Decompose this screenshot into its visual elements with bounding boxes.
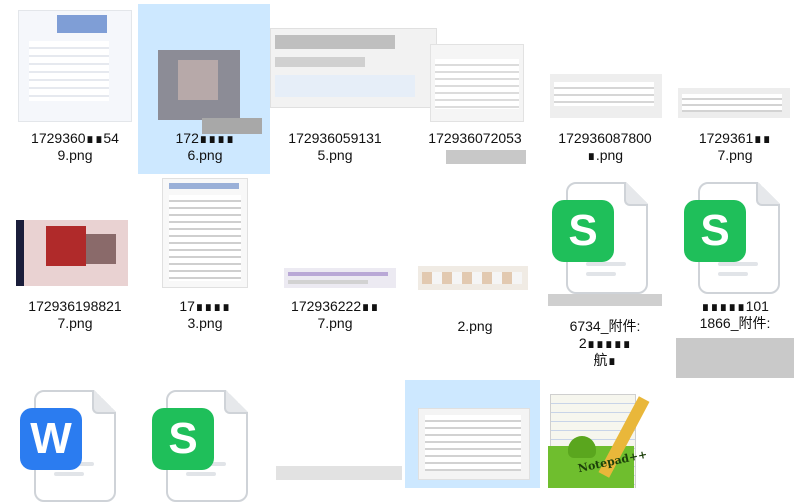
file-tile[interactable]: [410, 380, 540, 488]
document-file-icon: W: [20, 390, 116, 502]
spreadsheet-file-icon: S: [152, 390, 248, 502]
file-tile[interactable]: 172936059131 5.png: [270, 8, 437, 168]
image-thumbnail: [18, 10, 132, 122]
image-thumbnail: [162, 178, 248, 288]
file-tile[interactable]: S: [140, 380, 270, 502]
file-name: 6734_附件: 2∎∎∎∎∎ 航∎: [569, 318, 641, 368]
file-name: 17∎∎∎∎ 3.png: [179, 298, 231, 331]
file-tile[interactable]: 172∎∎∎∎ 6.png: [140, 8, 270, 168]
file-tile[interactable]: W: [10, 380, 140, 502]
file-name: 2.png: [457, 318, 493, 334]
file-name: 172936222∎∎ 7.png: [291, 298, 379, 331]
file-tile[interactable]: S ∎∎∎∎∎101 1866_附件:: [670, 176, 795, 378]
image-thumbnail: [550, 74, 662, 118]
file-tile[interactable]: 1729361∎∎ 7.png: [670, 8, 795, 168]
file-tile[interactable]: 2.png: [410, 176, 540, 336]
file-tile[interactable]: [270, 380, 410, 488]
file-tile[interactable]: 172936072053: [410, 8, 540, 168]
image-thumbnail: [678, 88, 790, 118]
spreadsheet-file-icon: S: [552, 182, 648, 294]
file-name: 172936198821 7.png: [28, 298, 122, 331]
file-name: 172∎∎∎∎ 6.png: [175, 130, 235, 163]
image-thumbnail: [284, 268, 396, 288]
file-name: 172936059131 5.png: [288, 130, 382, 163]
file-name: 172936072053: [428, 130, 522, 146]
file-tile[interactable]: Notepad++: [540, 380, 670, 488]
file-name: ∎∎∎∎∎101 1866_附件:: [699, 298, 771, 331]
file-name: 1729360∎∎54 9.png: [31, 130, 119, 163]
file-tile[interactable]: 172936198821 7.png: [10, 176, 140, 336]
file-tile[interactable]: 172936222∎∎ 7.png: [270, 176, 410, 336]
file-tile[interactable]: S 6734_附件: 2∎∎∎∎∎ 航∎: [540, 176, 670, 376]
file-tile[interactable]: 17∎∎∎∎ 3.png: [140, 176, 270, 336]
image-thumbnail: [418, 408, 530, 480]
image-thumbnail: [16, 220, 128, 286]
file-name: 172936087800 ∎.png: [558, 130, 652, 163]
notepad-plus-plus-icon: Notepad++: [548, 388, 660, 488]
file-tile[interactable]: 1729360∎∎54 9.png: [10, 8, 140, 168]
image-thumbnail: [418, 266, 528, 290]
spreadsheet-file-icon: S: [684, 182, 780, 294]
file-tile[interactable]: 172936087800 ∎.png: [540, 8, 670, 168]
image-thumbnail: [430, 44, 524, 122]
image-thumbnail: [158, 50, 240, 120]
file-name: 1729361∎∎ 7.png: [698, 130, 772, 163]
